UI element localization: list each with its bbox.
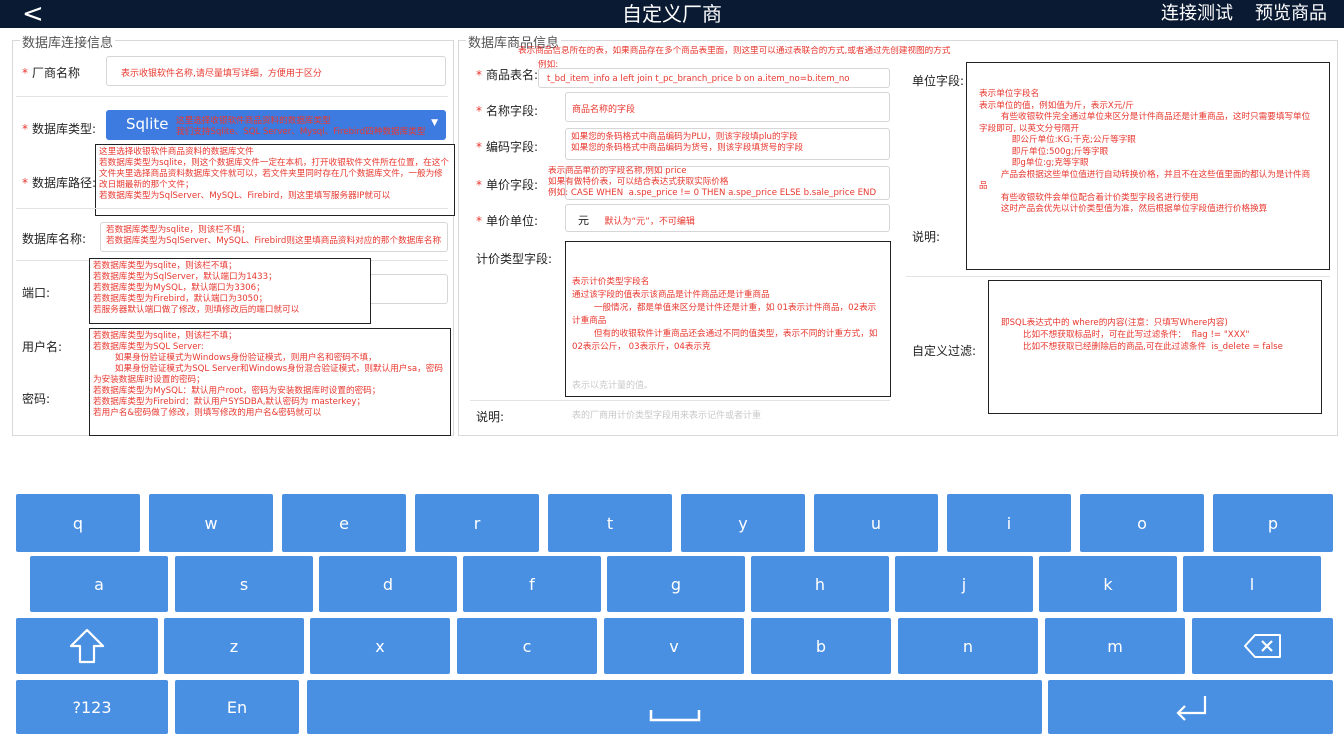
space-key[interactable] (307, 680, 1042, 734)
description-left-ghost-text: 表的厂商用计价类型字段用来表示记件或者计重 (572, 411, 762, 421)
price-unit-label: * 单价单位: (476, 214, 539, 228)
code-field-label: * 编码字段: (476, 140, 539, 154)
unit-field-label: 单位字段: (912, 74, 965, 88)
pricing-type-label: 计价类型字段: (476, 252, 553, 266)
code-field-input[interactable]: 如果您的条码格式中商品编码为PLU，则该字段填plu的字段 如果您的条码格式中商… (565, 128, 890, 160)
backspace-icon (1243, 634, 1281, 658)
db-name-label: 数据库名称: (22, 232, 87, 246)
custom-filter-label: 自定义过滤: (912, 344, 977, 358)
pricing-type-ghost-text: 表示以克计量的值。 (572, 381, 654, 391)
numbers-key[interactable]: ?123 (16, 680, 168, 734)
price-field-label: * 单价字段: (476, 178, 539, 192)
key-f[interactable]: f (463, 556, 601, 612)
language-key[interactable]: En (175, 680, 299, 734)
preview-goods-button[interactable]: 预览商品 (1255, 0, 1327, 28)
db-type-label: * 数据库类型: (22, 122, 97, 136)
key-d[interactable]: d (319, 556, 457, 612)
key-l[interactable]: l (1183, 556, 1321, 612)
db-name-note: 若数据库类型为sqlite，则该栏不填； 若数据库类型为SqlServer、My… (106, 225, 442, 246)
backspace-key[interactable] (1192, 618, 1333, 674)
vendor-name-label: * 厂商名称 (22, 66, 81, 80)
name-field-label: * 名称字段: (476, 104, 539, 118)
db-type-value: Sqlite (126, 115, 169, 133)
key-a[interactable]: a (30, 556, 168, 612)
shift-key[interactable] (16, 618, 158, 674)
divider (16, 208, 448, 209)
price-unit-input: 元 默认为“元”，不可编辑 (565, 204, 890, 232)
custom-filter-note[interactable]: 即SQL表达式中的 where的内容(注意：只填写Where内容) 比如不想获取… (988, 280, 1322, 414)
pricing-type-note[interactable]: 表示计价类型字段名 通过该字段的值表示该商品是计件商品还是计重商品 一般情况，都… (565, 241, 891, 397)
keyboard: q w e r t y u i o p a s d f g h j k l z … (0, 488, 1344, 751)
space-icon (649, 710, 700, 722)
unit-field-note[interactable]: 表示单位字段名 表示单位的值，例如值为斤，表示X元/斤 有些收银软件完全通过单位… (966, 62, 1330, 270)
key-n[interactable]: n (898, 618, 1038, 674)
divider (16, 96, 448, 97)
db-path-label: * 数据库路径: (22, 176, 97, 190)
key-z[interactable]: z (164, 618, 304, 674)
key-u[interactable]: u (814, 494, 938, 552)
table-top-note: 表示商品信息所在的表，如果商品存在多个商品表里面，则这里可以通过表联合的方式,或… (518, 46, 951, 56)
key-b[interactable]: b (751, 618, 891, 674)
key-c[interactable]: c (457, 618, 597, 674)
top-bar: < 自定义厂商 连接测试 预览商品 (0, 0, 1344, 28)
shift-icon (69, 628, 105, 664)
test-connection-button[interactable]: 连接测试 (1161, 0, 1233, 28)
name-field-input[interactable]: 商品名称的字段 (565, 92, 890, 122)
price-unit-hint: 默认为“元”，不可编辑 (604, 217, 695, 227)
key-h[interactable]: h (751, 556, 889, 612)
key-x[interactable]: x (310, 618, 450, 674)
key-s[interactable]: s (175, 556, 313, 612)
key-m[interactable]: m (1045, 618, 1185, 674)
key-k[interactable]: k (1039, 556, 1177, 612)
key-v[interactable]: v (604, 618, 744, 674)
key-q[interactable]: q (16, 494, 140, 552)
vendor-name-input[interactable]: 表示收银软件名称,请尽量填写详细，方便用于区分 (106, 56, 446, 86)
key-o[interactable]: o (1080, 494, 1204, 552)
port-label: 端口: (22, 286, 51, 300)
page-title: 自定义厂商 (622, 2, 722, 26)
key-w[interactable]: w (149, 494, 273, 552)
enter-icon (1175, 696, 1206, 721)
password-label: 密码: (22, 392, 51, 406)
db-path-note[interactable]: 这里选择收银软件商品资料的数据库文件 若数据库类型为sqlite，则这个数据库文… (95, 144, 455, 216)
username-label: 用户名: (22, 340, 63, 354)
price-unit-value: 元 (578, 214, 589, 227)
key-t[interactable]: t (548, 494, 672, 552)
db-type-note: 这里选择收银软件商品资料的数据库类型 我们支持Sqlite、SQL Server… (176, 116, 426, 137)
key-e[interactable]: e (282, 494, 406, 552)
key-y[interactable]: y (681, 494, 805, 552)
table-name-label: * 商品表名: (476, 68, 539, 82)
port-note: 若数据库类型为sqlite，则该栏不填； 若数据库类型为SqlServer，默认… (89, 258, 371, 324)
divider (470, 400, 890, 401)
divider (906, 276, 1330, 277)
username-note: 若数据库类型为sqlite，则该栏不填； 若数据库类型为SQL Server: … (89, 328, 451, 436)
key-p[interactable]: p (1213, 494, 1333, 552)
description-right-label: 说明: (912, 230, 941, 244)
key-j[interactable]: j (895, 556, 1033, 612)
key-g[interactable]: g (607, 556, 745, 612)
description-left-label: 说明: (476, 410, 505, 424)
table-name-input[interactable]: t_bd_item_info a left join t_pc_branch_p… (538, 68, 890, 88)
enter-key[interactable] (1048, 680, 1333, 734)
price-field-note: 表示商品单价的字段名称,例如 price 如果有做特价表，可以结合表达式获取实际… (548, 166, 877, 198)
key-r[interactable]: r (415, 494, 539, 552)
connection-info-title: 数据库连接信息 (20, 32, 116, 51)
key-i[interactable]: i (947, 494, 1071, 552)
